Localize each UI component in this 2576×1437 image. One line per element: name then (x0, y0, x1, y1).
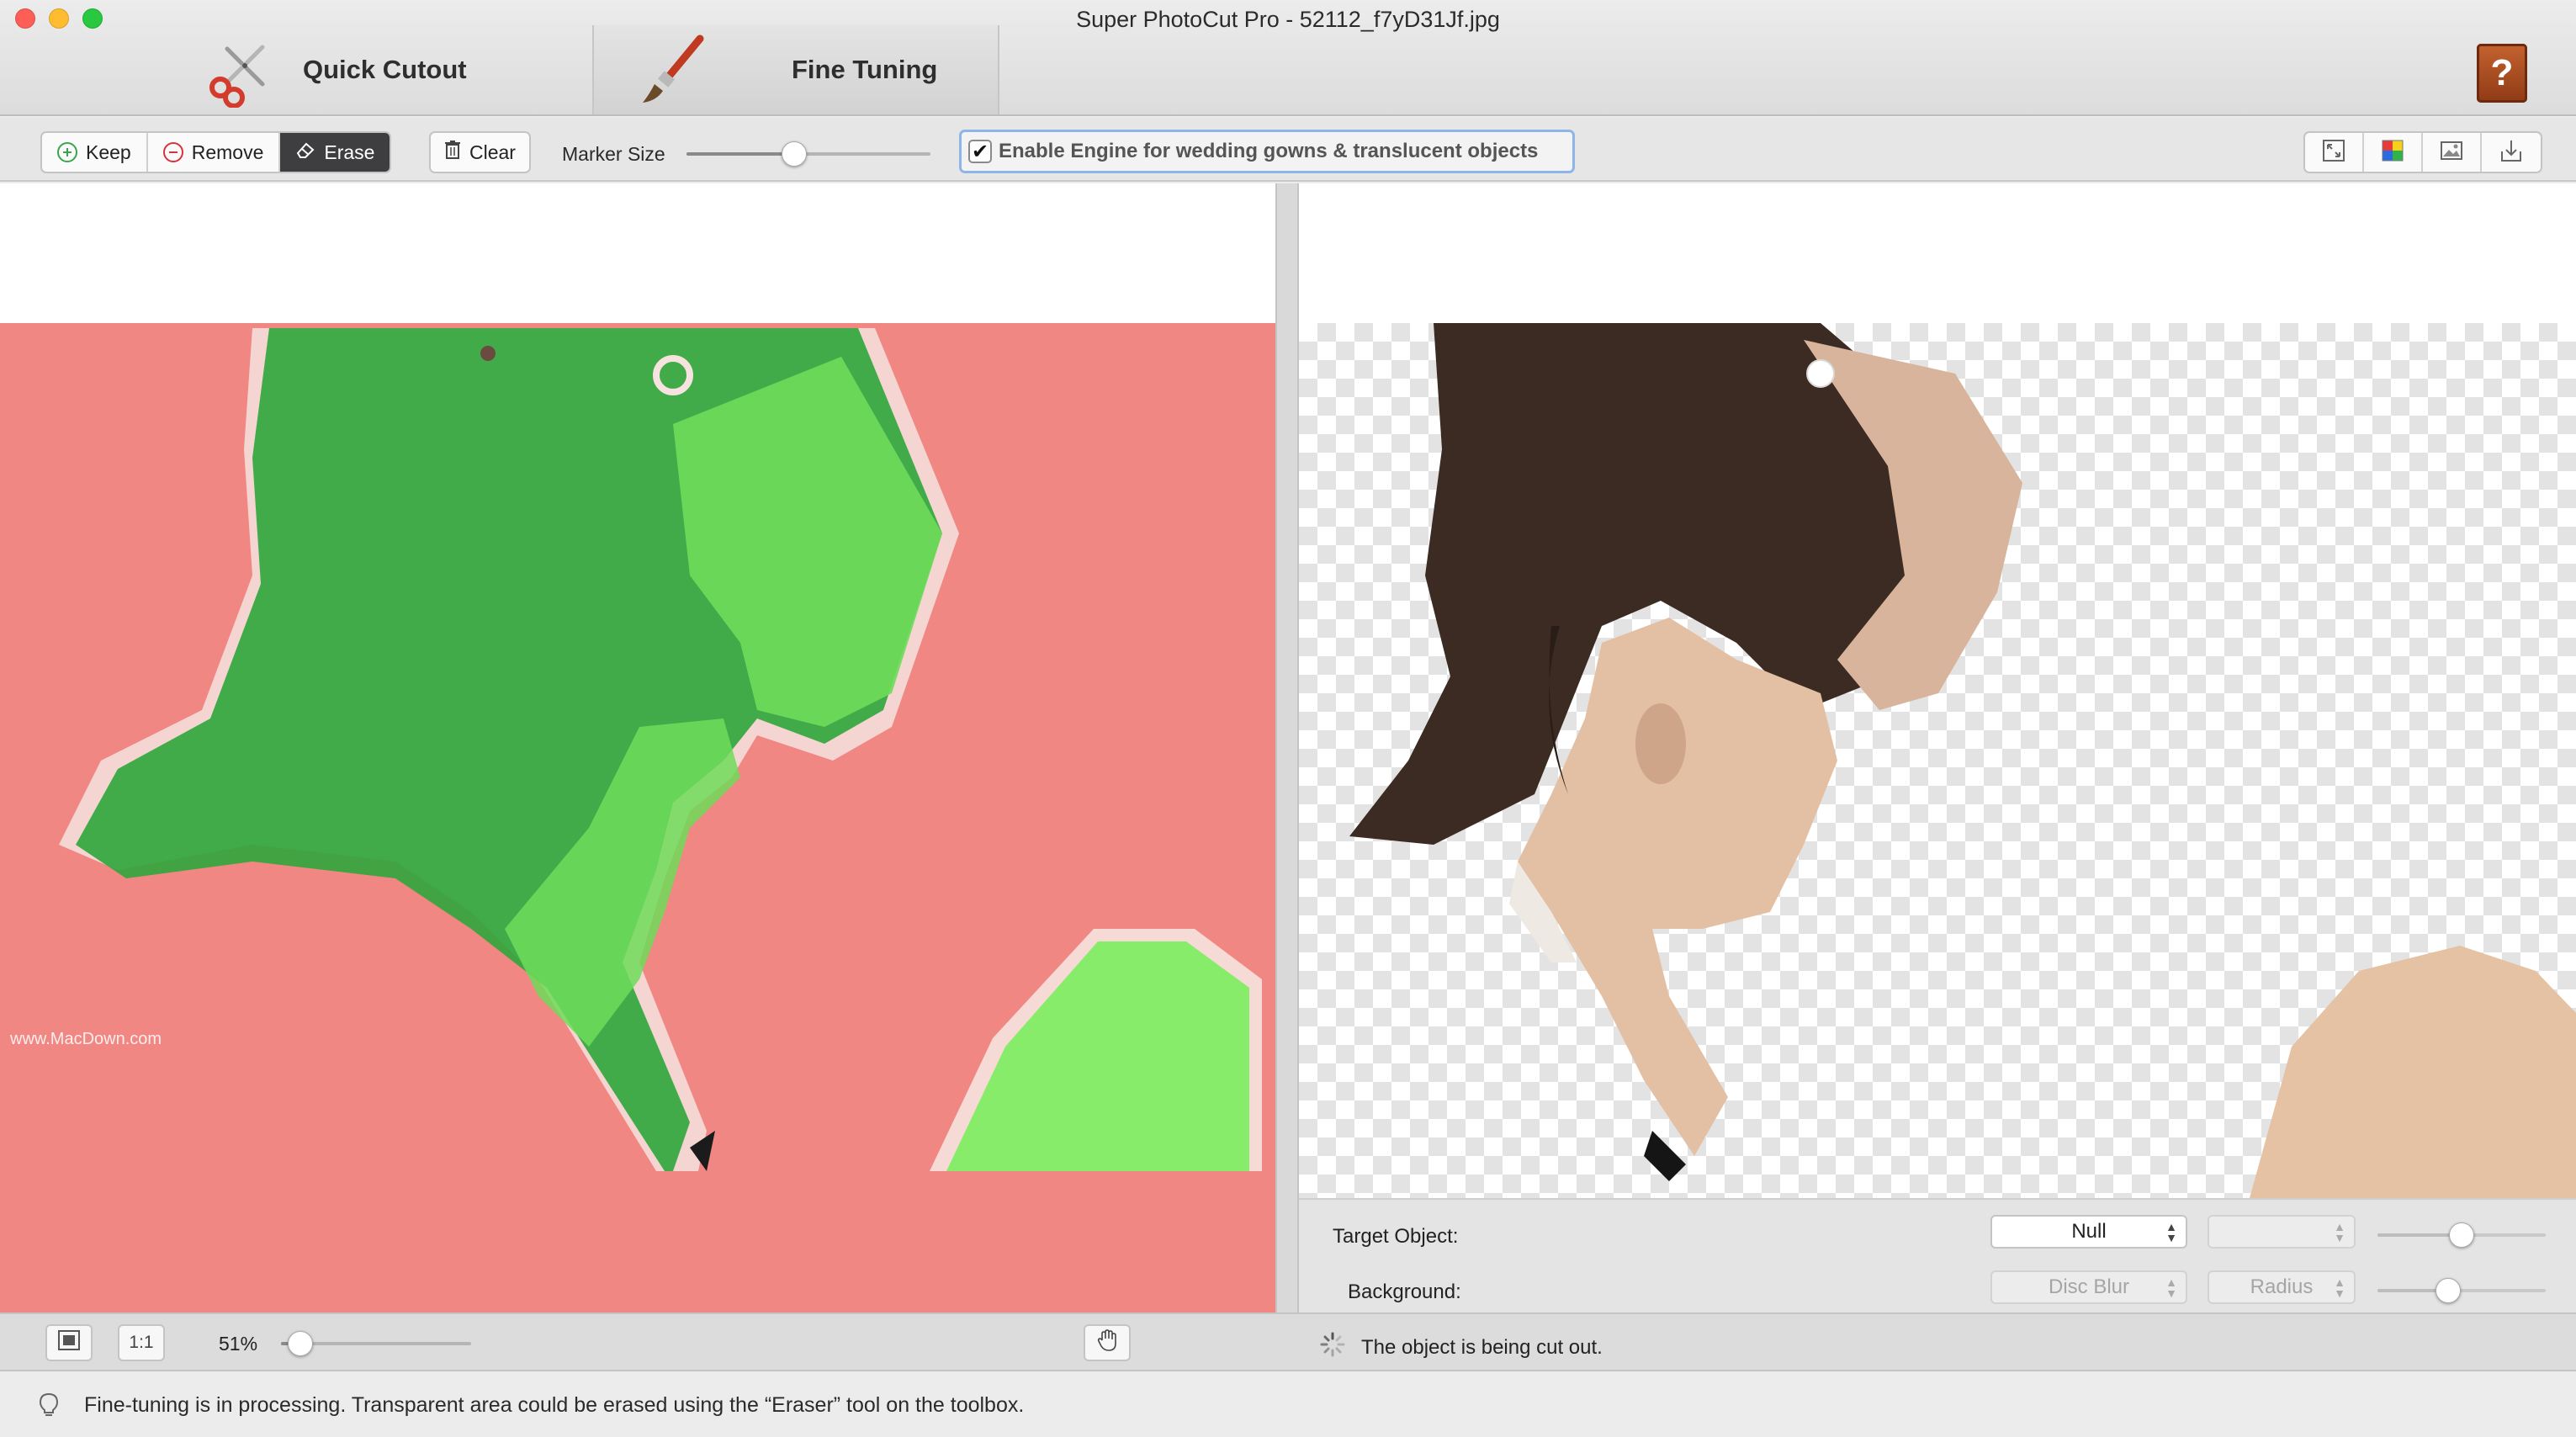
marker-size-knob[interactable] (782, 141, 807, 167)
status-message: Fine-tuning is in processing. Transparen… (84, 1393, 1025, 1417)
chevron-updown-icon: ▲ ▼ (2334, 1220, 2345, 1244)
target-object-label: Target Object: (1333, 1225, 1459, 1248)
erase-label: Erase (324, 141, 375, 163)
tab-fine-tuning[interactable]: Fine Tuning (592, 25, 999, 114)
color-view-button[interactable] (2364, 133, 2423, 172)
hand-icon (1095, 1328, 1119, 1357)
tab-quick-cutout[interactable]: Quick Cutout (202, 25, 589, 114)
tab-fine-tuning-label: Fine Tuning (792, 55, 938, 84)
erase-button[interactable]: Erase (280, 133, 390, 172)
target-object-select[interactable]: Null ▲ ▼ (1990, 1215, 2187, 1249)
remove-label: Remove (191, 141, 264, 163)
scissors-icon (202, 32, 278, 109)
engine-checkbox-label: Enable Engine for wedding gowns & transl… (999, 140, 1539, 162)
status-bar: Fine-tuning is in processing. Transparen… (0, 1373, 2576, 1437)
marker-size-label: Marker Size (562, 143, 665, 165)
actual-size-label: 1:1 (129, 1333, 154, 1352)
eraser-icon (295, 141, 315, 164)
chevron-updown-icon: ▲ ▼ (2165, 1275, 2177, 1300)
engine-checkbox[interactable]: ✔ (968, 140, 992, 163)
target-object-slider[interactable] (2377, 1222, 2546, 1248)
watermark: www.MacDown.com (10, 1030, 162, 1048)
pane-divider[interactable] (1275, 183, 1299, 1312)
plus-icon (57, 142, 77, 162)
image-view-icon (2439, 138, 2464, 167)
target-object-slider-knob[interactable] (2449, 1222, 2474, 1248)
engine-option[interactable]: ✔ Enable Engine for wedding gowns & tran… (959, 130, 1575, 173)
paintbrush-icon (636, 32, 712, 108)
marker-size-slider[interactable] (686, 141, 930, 167)
cutout-preview (1299, 323, 2576, 1198)
clear-button[interactable]: Clear (429, 131, 531, 173)
fit-screen-icon (57, 1329, 81, 1356)
chevron-updown-icon: ▲ ▼ (2165, 1220, 2177, 1244)
radius-value: Radius (2250, 1275, 2314, 1298)
output-controls: Target Object: Null ▲ ▼ ▲ ▼ Background: Di… (1299, 1198, 2576, 1312)
help-book-button[interactable]: ? (2477, 44, 2527, 103)
target-object-value: Null (2071, 1220, 2107, 1243)
fit-view-button[interactable] (2305, 133, 2364, 172)
background-select[interactable]: Disc Blur ▲ ▼ (1990, 1270, 2187, 1304)
toolbar: Keep Remove Erase Clear Marker Size ✔ En… (0, 118, 2576, 182)
background-slider[interactable] (2377, 1278, 2546, 1303)
cutout-subject (1349, 323, 2576, 1198)
zoom-slider[interactable] (281, 1331, 471, 1356)
keep-button[interactable]: Keep (42, 133, 148, 172)
fit-screen-button[interactable] (45, 1324, 93, 1361)
target-object-secondary-select[interactable]: ▲ ▼ (2208, 1215, 2356, 1249)
lightbulb-icon (37, 1392, 61, 1423)
tool-segmented-control: Keep Remove Erase (40, 131, 392, 173)
masked-photo[interactable]: www.MacDown.com (0, 323, 1275, 1437)
clear-label: Clear (469, 141, 516, 163)
marker-size-fill (686, 152, 794, 156)
zoom-level: 51% (219, 1333, 258, 1355)
remove-button[interactable]: Remove (148, 133, 281, 172)
view-mode-buttons (2303, 131, 2542, 173)
background-label: Background: (1348, 1281, 1461, 1303)
fit-view-icon (2321, 138, 2346, 167)
keep-label: Keep (86, 141, 131, 163)
background-value: Disc Blur (2048, 1275, 2129, 1298)
title-bar: Super PhotoCut Pro - 52112_f7yD31Jf.jpg … (0, 0, 2576, 116)
help-book-icon: ? (2490, 52, 2514, 93)
preview-canvas[interactable] (1299, 183, 2576, 1198)
actual-size-button[interactable]: 1:1 (118, 1324, 165, 1361)
tab-quick-cutout-label: Quick Cutout (303, 55, 467, 84)
minus-icon (162, 142, 183, 162)
processing-status: The object is being cut out. (1319, 1331, 1603, 1364)
background-slider-knob[interactable] (2436, 1278, 2461, 1303)
export-icon (2499, 138, 2524, 167)
chevron-updown-icon: ▲ ▼ (2334, 1275, 2345, 1300)
hand-tool-button[interactable] (1084, 1324, 1131, 1361)
source-canvas[interactable]: www.MacDown.com (0, 183, 1275, 1437)
radius-select[interactable]: Radius ▲ ▼ (2208, 1270, 2356, 1304)
zoom-slider-knob[interactable] (288, 1331, 313, 1356)
export-button[interactable] (2482, 133, 2541, 172)
bottom-bar: 1:1 51% The object is being cut out. (0, 1312, 2576, 1371)
trash-icon (444, 140, 461, 165)
image-view-button[interactable] (2423, 133, 2482, 172)
mask-overlay (59, 328, 1262, 1437)
color-view-icon (2380, 138, 2405, 167)
spinner-icon (1319, 1331, 1346, 1364)
processing-text: The object is being cut out. (1361, 1335, 1603, 1359)
